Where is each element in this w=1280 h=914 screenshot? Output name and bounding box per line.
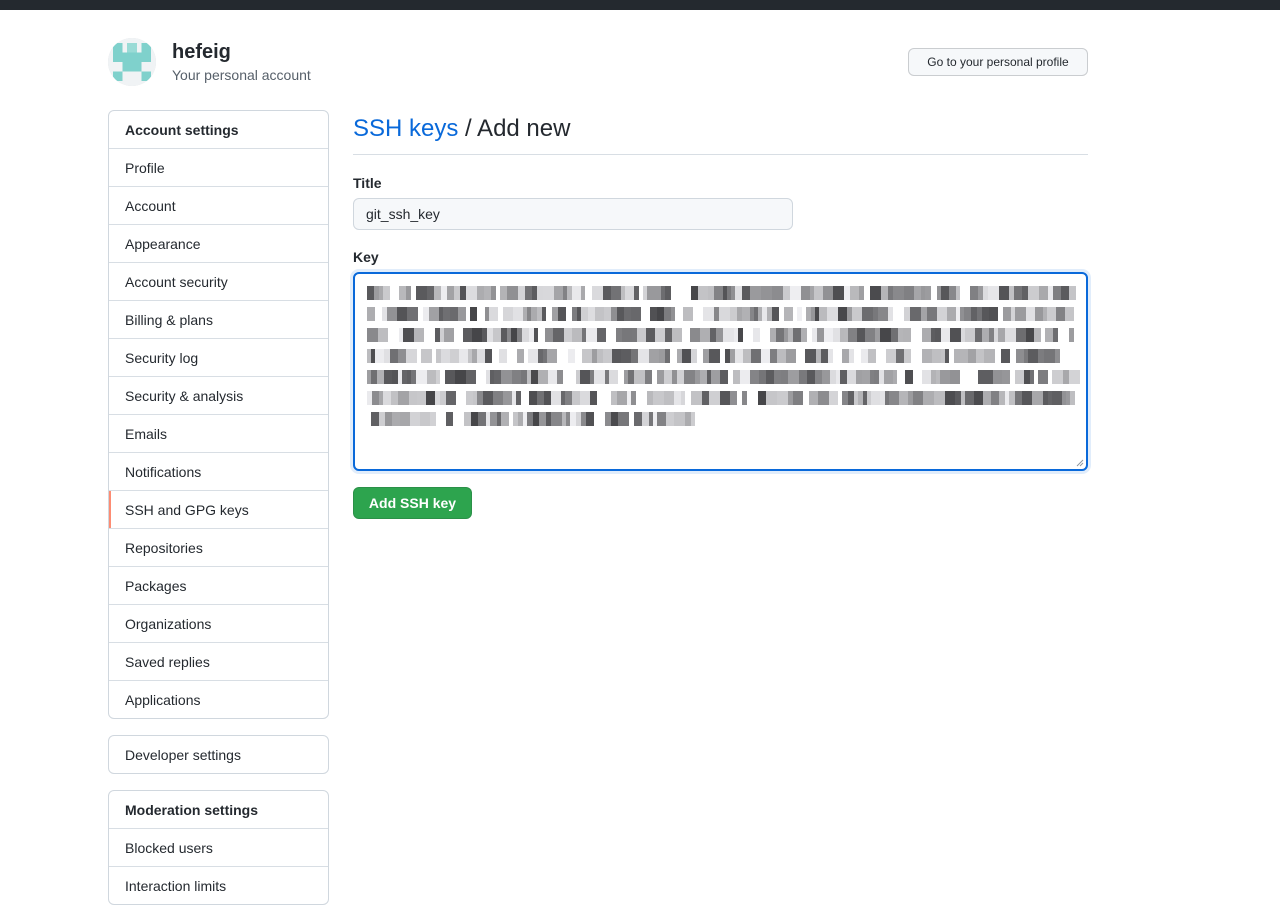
obscured-key-line xyxy=(367,349,1072,363)
go-to-profile-button[interactable]: Go to your personal profile xyxy=(908,48,1088,76)
obscured-key-line xyxy=(367,412,703,426)
sidebar-item-emails[interactable]: Emails xyxy=(109,414,328,452)
developer-settings-menu: Developer settings xyxy=(108,735,329,774)
sidebar-item-packages[interactable]: Packages xyxy=(109,566,328,604)
sidebar-item-notifications[interactable]: Notifications xyxy=(109,452,328,490)
breadcrumb-ssh-keys-link[interactable]: SSH keys xyxy=(353,115,458,142)
resize-handle-icon[interactable] xyxy=(1076,459,1084,467)
sidebar-item-repositories[interactable]: Repositories xyxy=(109,528,328,566)
obscured-key-line xyxy=(367,391,1075,405)
sidebar-item-billing[interactable]: Billing & plans xyxy=(109,300,328,338)
key-label: Key xyxy=(353,249,379,265)
sidebar-item-developer-settings[interactable]: Developer settings xyxy=(109,736,328,773)
obscured-key-line xyxy=(367,307,1074,321)
sidebar-item-ssh-gpg-keys[interactable]: SSH and GPG keys xyxy=(109,490,328,528)
sidebar-item-profile[interactable]: Profile xyxy=(109,148,328,186)
top-bar xyxy=(0,0,1280,10)
breadcrumb-current: / Add new xyxy=(458,115,571,142)
title-label: Title xyxy=(353,175,382,191)
account-name[interactable]: hefeig xyxy=(172,40,231,64)
sidebar-item-interaction-limits[interactable]: Interaction limits xyxy=(109,866,328,904)
title-input[interactable] xyxy=(353,198,793,230)
key-textarea[interactable] xyxy=(353,272,1088,471)
account-settings-heading: Account settings xyxy=(125,121,239,138)
title-divider xyxy=(353,154,1088,155)
avatar xyxy=(108,38,156,86)
sidebar-item-security-log[interactable]: Security log xyxy=(109,338,328,376)
sidebar-item-organizations[interactable]: Organizations xyxy=(109,604,328,642)
sidebar-item-blocked-users[interactable]: Blocked users xyxy=(109,828,328,866)
obscured-key-line xyxy=(367,286,1076,300)
moderation-settings-heading: Moderation settings xyxy=(125,801,259,818)
obscured-key-line xyxy=(367,370,1080,384)
obscured-key-line xyxy=(367,328,1074,342)
account-settings-menu: Account settings Profile Account Appeara… xyxy=(108,110,329,719)
sidebar-item-security-analysis[interactable]: Security & analysis xyxy=(109,376,328,414)
account-subtitle: Your personal account xyxy=(172,67,311,83)
page-title: SSH keys / Add new xyxy=(353,114,570,144)
moderation-settings-menu: Moderation settings Blocked users Intera… xyxy=(108,790,329,905)
sidebar-item-applications[interactable]: Applications xyxy=(109,680,328,718)
sidebar-item-account[interactable]: Account xyxy=(109,186,328,224)
sidebar-item-appearance[interactable]: Appearance xyxy=(109,224,328,262)
add-ssh-key-button[interactable]: Add SSH key xyxy=(353,487,472,519)
sidebar-item-saved-replies[interactable]: Saved replies xyxy=(109,642,328,680)
identicon-icon xyxy=(108,38,156,86)
sidebar-item-account-security[interactable]: Account security xyxy=(109,262,328,300)
